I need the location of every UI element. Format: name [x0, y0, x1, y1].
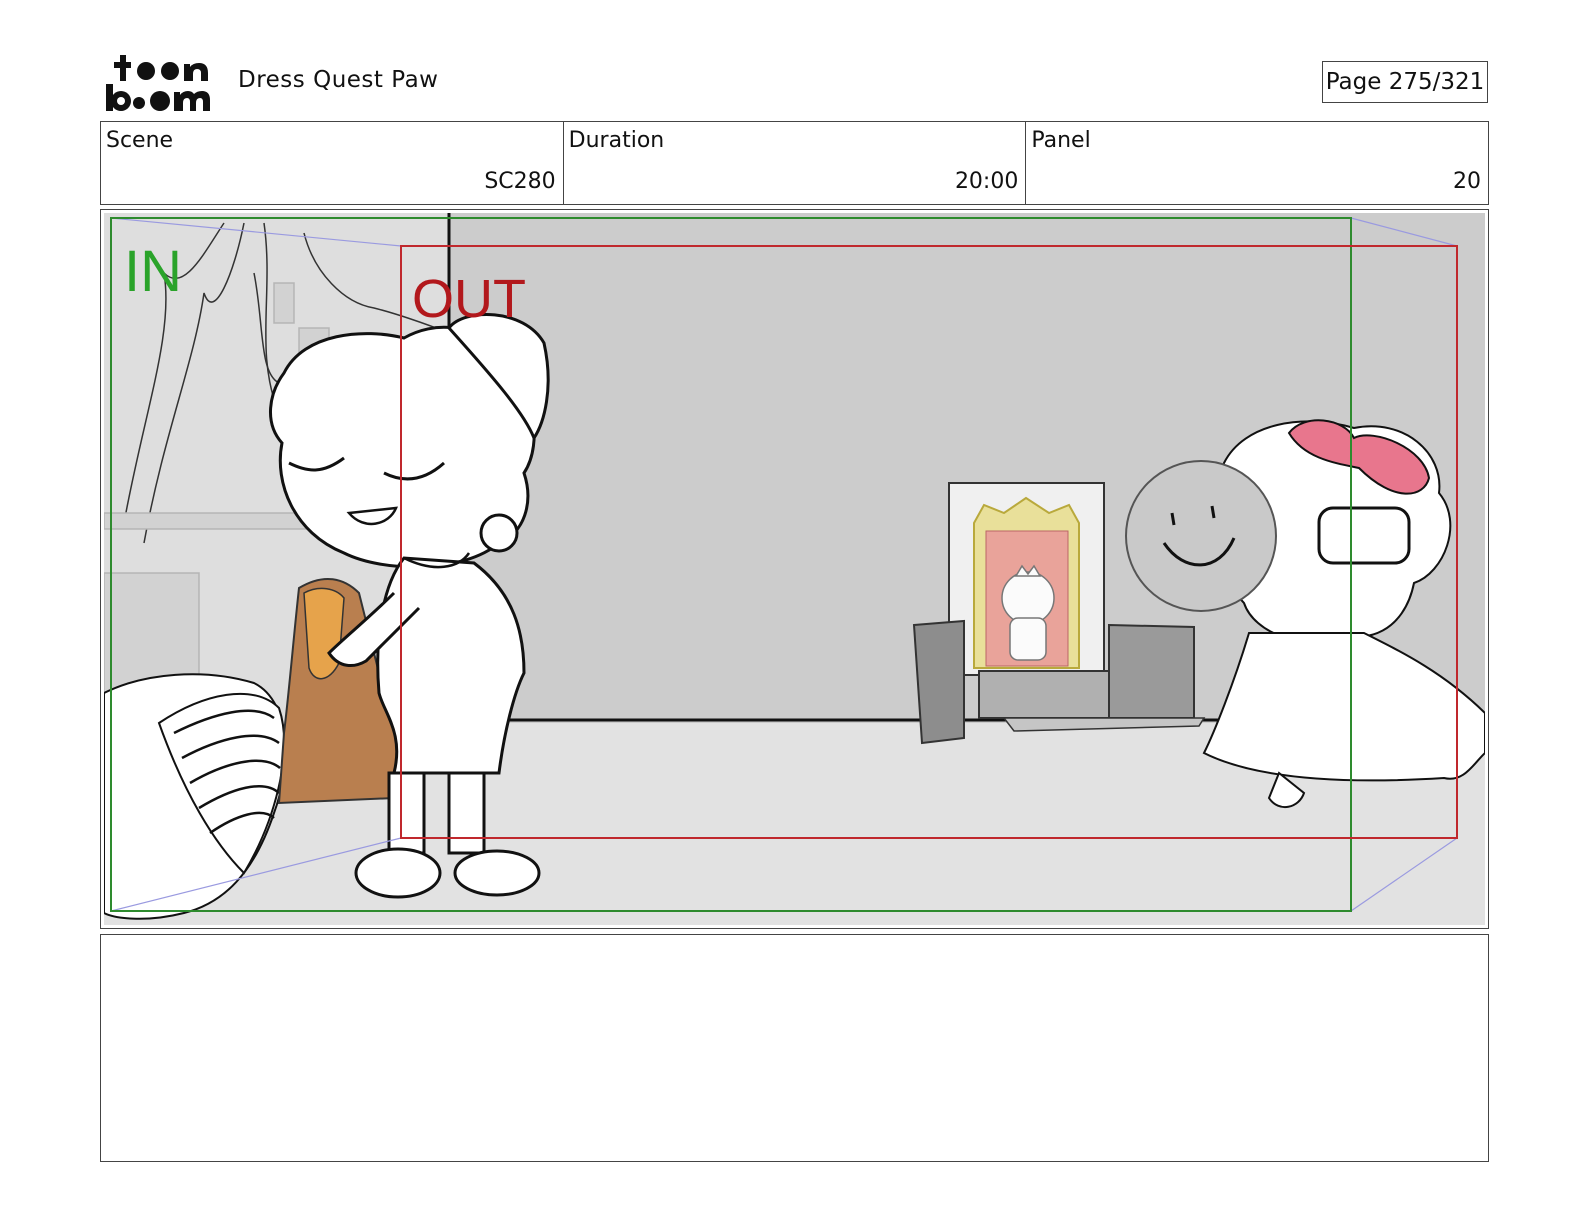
panel-notes-box [100, 934, 1489, 1162]
in-label: IN [124, 239, 182, 304]
panel-cell: Panel 20 [1026, 122, 1488, 204]
toon-boom-logo [104, 52, 216, 112]
duration-cell: Duration 20:00 [564, 122, 1027, 204]
page-indicator: Page 275/321 [1322, 61, 1488, 103]
out-label: OUT [412, 269, 526, 329]
project-title: Dress Quest Paw [238, 67, 439, 93]
scene-cell: Scene SC280 [101, 122, 564, 204]
panel-info-table: Scene SC280 Duration 20:00 Panel 20 [100, 121, 1489, 205]
panel-value: 20 [1453, 169, 1482, 194]
panel-label: Panel [1031, 128, 1091, 153]
scene-value: SC280 [484, 169, 556, 194]
duration-label: Duration [568, 128, 665, 153]
toon-boom-logo-mark [106, 55, 210, 111]
scene-label: Scene [106, 128, 174, 153]
panel-drawing: IN OUT [104, 213, 1485, 925]
storyboard-panel: IN OUT [100, 209, 1489, 929]
duration-value: 20:00 [954, 169, 1019, 194]
